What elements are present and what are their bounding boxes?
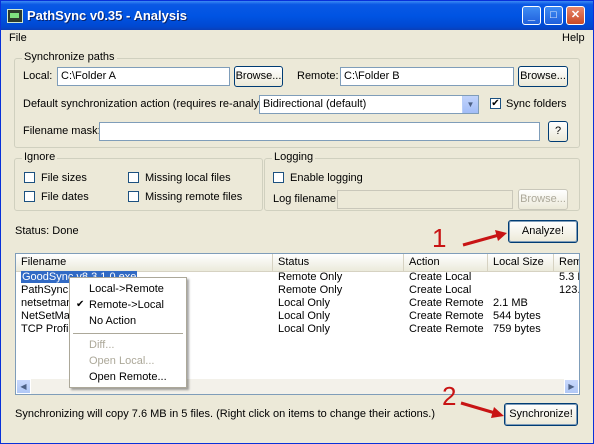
- step-2-number: 2: [442, 381, 457, 411]
- remote-path-input[interactable]: C:\Folder B: [340, 67, 514, 86]
- cell-remote-size: [554, 310, 579, 323]
- missing-remote-checkbox[interactable]: [128, 191, 139, 202]
- context-menu: Local->Remote ✔ Remote->Local No Action …: [69, 277, 187, 388]
- window-title: PathSync v0.35 - Analysis: [27, 8, 187, 23]
- menu-item-label: Local->Remote: [89, 283, 164, 295]
- menu-item-open-remote[interactable]: Open Remote...: [70, 369, 186, 385]
- cell-remote-size: 5.3 M: [559, 271, 579, 283]
- menu-help[interactable]: Help: [562, 32, 585, 44]
- ignore-group: Ignore: [14, 151, 263, 211]
- mask-help-button[interactable]: ?: [548, 121, 568, 142]
- cell-local-size: [488, 271, 554, 284]
- status-text: Status: Done: [15, 225, 79, 237]
- menu-item-label: Open Remote...: [89, 371, 167, 383]
- cell-action: Create Remote: [409, 323, 484, 335]
- missing-remote-label: Missing remote files: [145, 191, 243, 203]
- maximize-button[interactable]: □: [544, 6, 563, 25]
- cell-status: Local Only: [278, 323, 330, 335]
- minimize-button[interactable]: _: [522, 6, 541, 25]
- title-bar[interactable]: PathSync v0.35 - Analysis _ □ ✕: [1, 1, 593, 30]
- menu-item-label: Remote->Local: [89, 299, 164, 311]
- menu-item-no-action[interactable]: No Action: [70, 313, 186, 329]
- menu-item-label: No Action: [89, 315, 137, 327]
- cell-action: Create Local: [409, 284, 472, 296]
- browse-log-button[interactable]: Browse...: [518, 189, 568, 210]
- file-sizes-checkbox[interactable]: [24, 172, 35, 183]
- check-icon: ✔: [76, 299, 85, 310]
- step-2-arrow-icon: [460, 401, 504, 418]
- cell-local-size: 759 bytes: [493, 323, 541, 335]
- menu-item-open-local[interactable]: Open Local...: [70, 353, 186, 369]
- browse-local-button[interactable]: Browse...: [234, 66, 283, 87]
- scroll-left-icon[interactable]: ◀: [16, 379, 31, 394]
- menu-bar: File Help: [1, 30, 593, 47]
- enable-logging-label: Enable logging: [290, 172, 363, 184]
- log-filename-label: Log filename:: [273, 193, 340, 205]
- file-list-header: Filename Status Action Local Size Rem: [16, 254, 579, 272]
- missing-local-label: Missing local files: [145, 172, 231, 184]
- sync-folders-label: Sync folders: [506, 98, 567, 110]
- menu-item-diff[interactable]: Diff...: [70, 337, 186, 353]
- menu-separator: [73, 333, 183, 334]
- cell-local-size: [488, 284, 554, 297]
- menu-item-local-to-remote[interactable]: Local->Remote: [70, 281, 186, 297]
- cell-remote-size: [554, 297, 579, 310]
- cell-status: Local Only: [278, 297, 330, 309]
- close-button[interactable]: ✕: [566, 6, 585, 25]
- menu-item-remote-to-local[interactable]: ✔ Remote->Local: [70, 297, 186, 313]
- local-path-input[interactable]: C:\Folder A: [57, 67, 230, 86]
- menu-item-label: Open Local...: [89, 355, 155, 367]
- cell-local-size: 2.1 MB: [493, 297, 528, 309]
- scroll-right-icon[interactable]: ▶: [564, 379, 579, 394]
- app-window: PathSync v0.35 - Analysis _ □ ✕ File Hel…: [0, 0, 594, 444]
- column-local-size[interactable]: Local Size: [488, 254, 554, 271]
- app-icon: [7, 9, 23, 23]
- missing-local-checkbox[interactable]: [128, 172, 139, 183]
- browse-remote-button[interactable]: Browse...: [518, 66, 568, 87]
- sync-folders-checkbox[interactable]: ✔: [490, 98, 501, 109]
- chevron-down-icon[interactable]: ▼: [462, 96, 478, 113]
- default-action-select[interactable]: Bidirectional (default) ▼: [259, 95, 479, 114]
- sync-paths-group-label: Synchronize paths: [22, 51, 117, 63]
- filename-mask-label: Filename mask:: [23, 125, 101, 137]
- synchronize-button[interactable]: Synchronize!: [504, 403, 578, 426]
- step-1-arrow-icon: [462, 230, 507, 247]
- local-label: Local:: [23, 70, 53, 82]
- logging-group-label: Logging: [272, 151, 316, 163]
- cell-action: Create Remote: [409, 310, 484, 322]
- log-filename-input[interactable]: [337, 190, 513, 209]
- default-action-value: Bidirectional (default): [263, 98, 367, 110]
- cell-action: Create Local: [409, 271, 472, 283]
- menu-item-label: Diff...: [89, 339, 115, 351]
- cell-remote-size: [554, 323, 579, 336]
- step-1-number: 1: [432, 223, 447, 253]
- filename-mask-input[interactable]: [99, 122, 540, 141]
- menu-file[interactable]: File: [9, 32, 27, 44]
- file-dates-checkbox[interactable]: [24, 191, 35, 202]
- file-sizes-label: File sizes: [41, 172, 87, 184]
- column-action[interactable]: Action: [404, 254, 488, 271]
- cell-status: Local Only: [278, 310, 330, 322]
- column-remote-size[interactable]: Rem: [554, 254, 579, 271]
- cell-status: Remote Only: [278, 271, 343, 283]
- remote-label: Remote:: [297, 70, 339, 82]
- column-status[interactable]: Status: [273, 254, 404, 271]
- cell-local-size: 544 bytes: [493, 310, 541, 322]
- analyze-button[interactable]: Analyze!: [508, 220, 578, 243]
- cell-remote-size: 123...: [559, 284, 579, 296]
- ignore-group-label: Ignore: [22, 151, 58, 163]
- file-dates-label: File dates: [41, 191, 89, 203]
- cell-status: Remote Only: [278, 284, 343, 296]
- sync-summary-text: Synchronizing will copy 7.6 MB in 5 file…: [15, 408, 436, 420]
- cell-action: Create Remote: [409, 297, 484, 309]
- enable-logging-checkbox[interactable]: [273, 172, 284, 183]
- column-filename[interactable]: Filename: [16, 254, 273, 271]
- default-action-label: Default synchronization action (requires…: [23, 98, 278, 110]
